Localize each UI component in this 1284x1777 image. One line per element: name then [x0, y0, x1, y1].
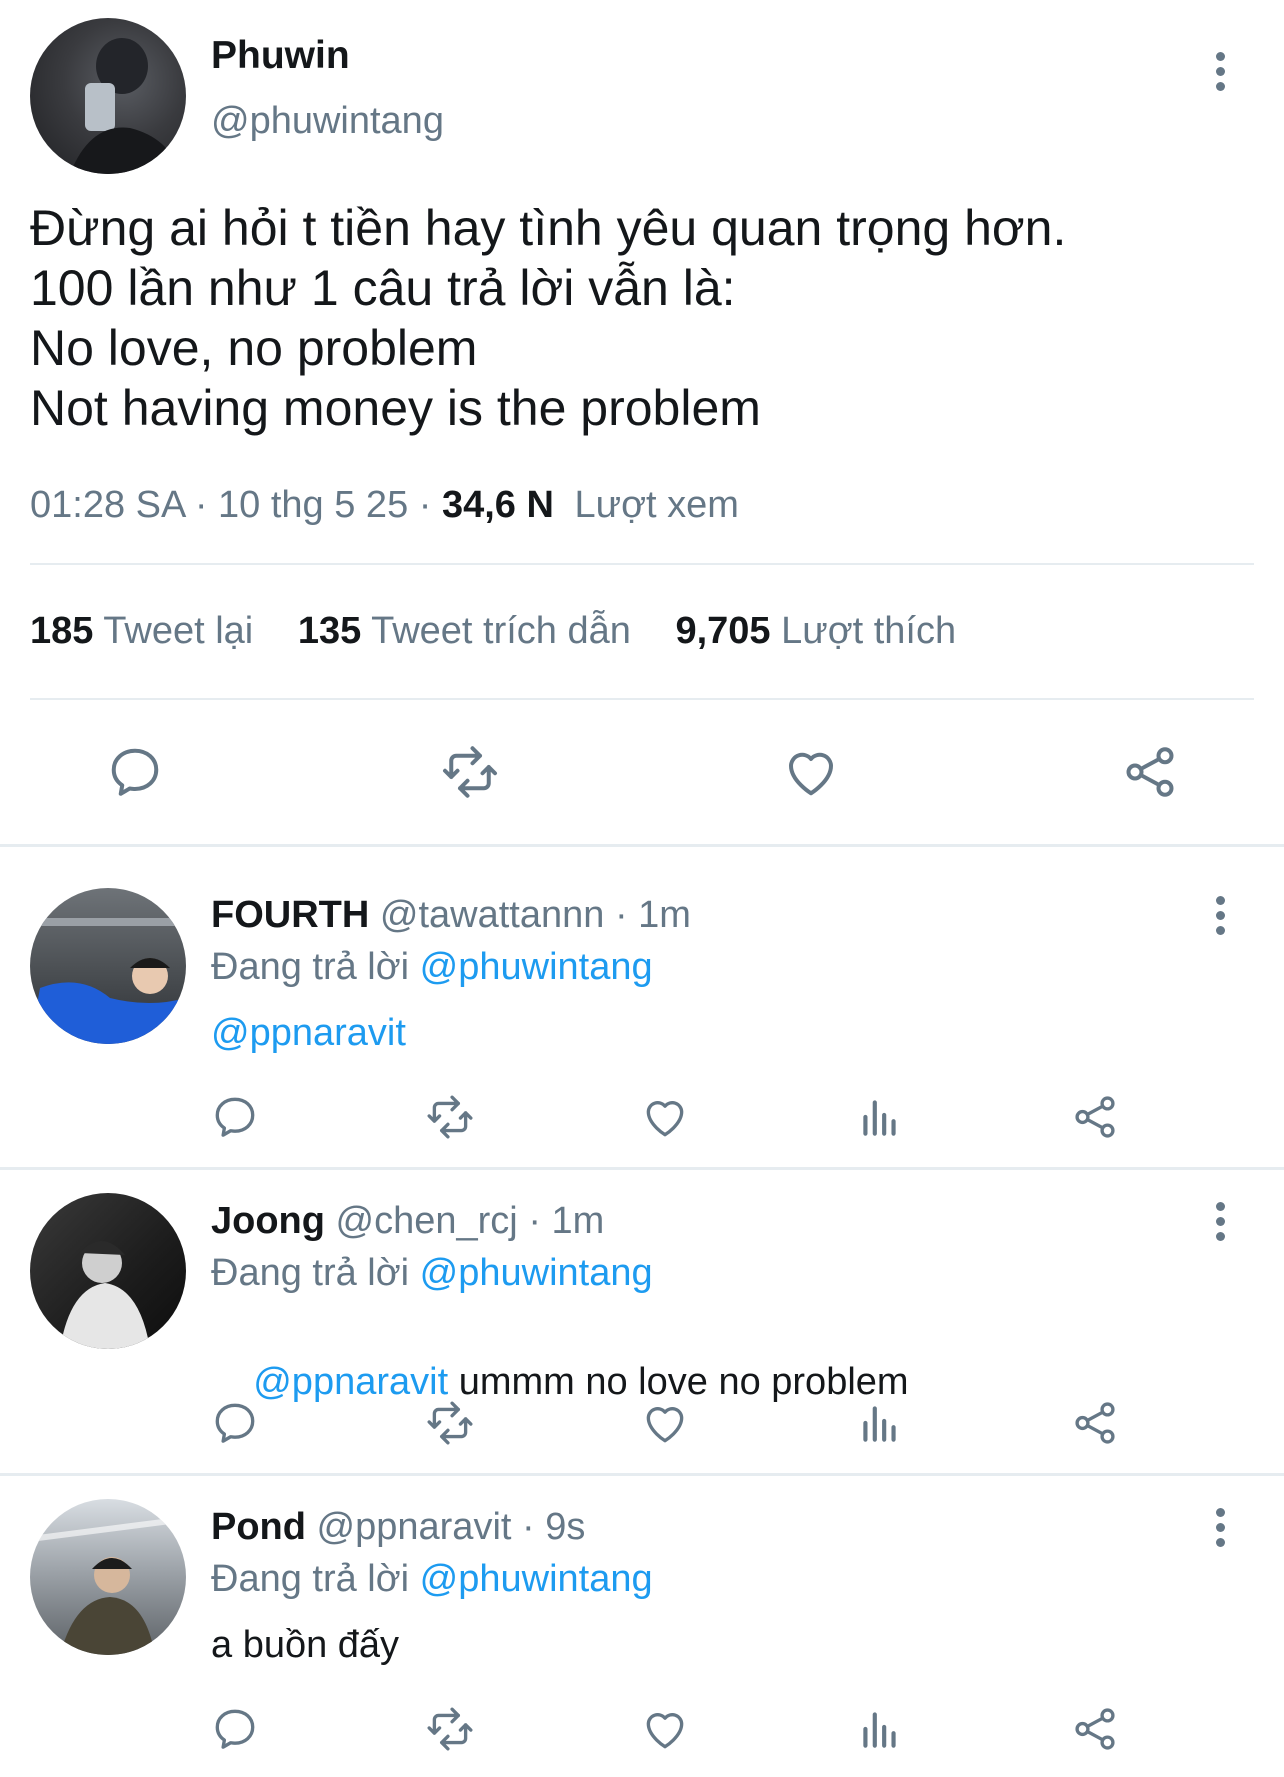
like-icon[interactable]: [640, 1398, 690, 1448]
tweet-meta: 01:28 SA · 10 thg 5 25 · 34,6 N Lượt xem: [30, 484, 739, 526]
share-icon[interactable]: [1070, 1398, 1120, 1448]
more-icon[interactable]: [1210, 896, 1230, 956]
tweet-body: Đừng ai hỏi t tiền hay tình yêu quan trọ…: [30, 198, 1066, 438]
avatar-pond[interactable]: [30, 1499, 186, 1655]
tweet-line: No love, no problem: [30, 320, 478, 376]
share-icon[interactable]: [1120, 742, 1180, 802]
reply-author-handle[interactable]: @chen_rcj: [336, 1200, 518, 1242]
avatar-fourth[interactable]: [30, 888, 186, 1044]
more-icon[interactable]: [1210, 1202, 1230, 1262]
reply-author-name[interactable]: Pond: [211, 1506, 306, 1548]
author-handle[interactable]: @phuwintang: [211, 100, 444, 143]
reply-time: 1m: [638, 894, 691, 936]
reply-icon[interactable]: [210, 1704, 260, 1754]
reply-time: 1m: [551, 1200, 605, 1242]
retweet-icon[interactable]: [425, 1398, 475, 1448]
retweet-icon[interactable]: [440, 742, 500, 802]
share-icon[interactable]: [1070, 1704, 1120, 1754]
views-icon[interactable]: [855, 1092, 905, 1142]
views-icon[interactable]: [855, 1704, 905, 1754]
avatar-phuwin[interactable]: [30, 18, 186, 174]
like-icon[interactable]: [640, 1092, 690, 1142]
reply-icon[interactable]: [105, 742, 165, 802]
share-icon[interactable]: [1070, 1092, 1120, 1142]
likes-stat[interactable]: 9,705 Lượt thích: [675, 610, 956, 652]
retweet-icon[interactable]: [425, 1704, 475, 1754]
reply-header: Pond @ppnaravit · 9s: [211, 1506, 586, 1548]
replying-to-link[interactable]: @phuwintang: [420, 1252, 653, 1294]
retweet-icon[interactable]: [425, 1092, 475, 1142]
reply-author-handle[interactable]: @tawattannn: [380, 894, 605, 936]
tweet-line: Not having money is the problem: [30, 380, 761, 436]
reply-icon[interactable]: [210, 1092, 260, 1142]
tweet-time: 01:28 SA: [30, 484, 185, 526]
mention-link[interactable]: @ppnaravit: [211, 1012, 406, 1054]
tweet-date: 10 thg 5 25: [218, 484, 409, 526]
replying-to-link[interactable]: @phuwintang: [420, 946, 653, 988]
reply-header: FOURTH @tawattannn · 1m: [211, 894, 691, 936]
quotes-stat[interactable]: 135 Tweet trích dẫn: [298, 610, 631, 652]
more-icon[interactable]: [1210, 1508, 1230, 1568]
author-name[interactable]: Phuwin: [211, 34, 350, 78]
reply-author-handle[interactable]: @ppnaravit: [317, 1506, 512, 1548]
reply-text: a buồn đấy: [211, 1624, 400, 1666]
tweet-line: Đừng ai hỏi t tiền hay tình yêu quan trọ…: [30, 200, 1067, 256]
reply-text: @ppnaravit: [211, 1012, 406, 1055]
more-icon[interactable]: [1210, 52, 1230, 112]
replying-to: Đang trả lời @phuwintang: [211, 1558, 653, 1600]
reply-time: 9s: [545, 1506, 586, 1548]
reply-author-name[interactable]: FOURTH: [211, 894, 369, 936]
replying-to: Đang trả lời @phuwintang: [211, 946, 653, 988]
views-count: 34,6 N: [441, 484, 554, 526]
reply-icon[interactable]: [210, 1398, 260, 1448]
replying-to: Đang trả lời @phuwintang: [211, 1252, 653, 1294]
retweets-stat[interactable]: 185 Tweet lại: [30, 610, 253, 652]
avatar-joong[interactable]: [30, 1193, 186, 1349]
tweet-line: 100 lần như 1 câu trả lời vẫn là:: [30, 260, 736, 316]
reply-header: Joong @chen_rcj · 1m: [211, 1200, 605, 1242]
views-label: Lượt xem: [574, 484, 739, 526]
replying-to-link[interactable]: @phuwintang: [420, 1558, 653, 1600]
reply-author-name[interactable]: Joong: [211, 1200, 325, 1242]
reply-text: @ppnaravit ummm no love no problem: [253, 1361, 909, 1403]
like-icon[interactable]: [640, 1704, 690, 1754]
mention-link[interactable]: @ppnaravit: [253, 1361, 448, 1403]
engagement-stats: 185 Tweet lại 135 Tweet trích dẫn 9,705 …: [30, 610, 956, 653]
like-icon[interactable]: [781, 742, 841, 802]
views-icon[interactable]: [855, 1398, 905, 1448]
